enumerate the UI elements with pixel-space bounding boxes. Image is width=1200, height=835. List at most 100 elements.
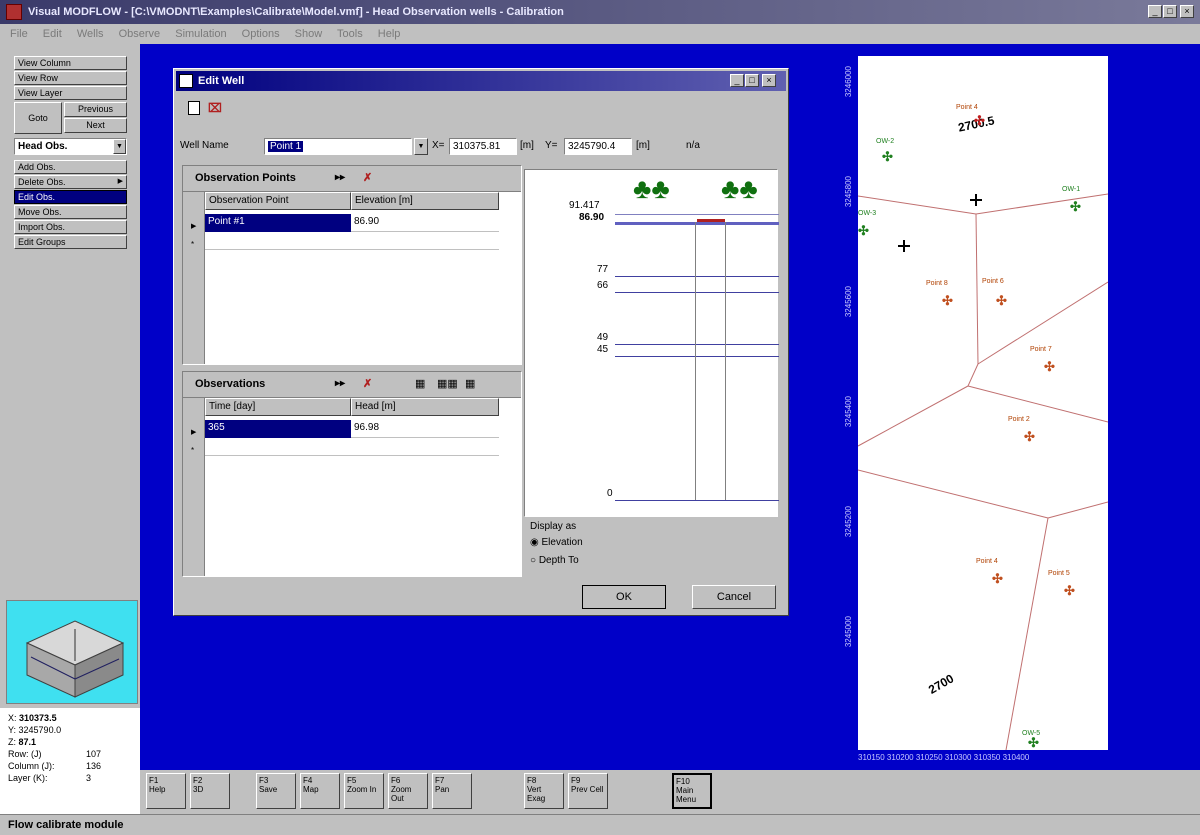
new-observation-row[interactable]: [205, 438, 499, 456]
obs-type-select[interactable]: Head Obs. ▼: [14, 138, 127, 155]
delete-well-icon[interactable]: ⌧: [208, 101, 222, 115]
obs-time-cell[interactable]: 365: [205, 420, 351, 438]
obs-head-cell[interactable]: 96.98: [351, 420, 499, 438]
well-marker-icon[interactable]: ✣: [1024, 430, 1035, 443]
col-header-obs-point[interactable]: Observation Point: [205, 192, 351, 210]
zoom-out-button[interactable]: F6 Zoom Out: [388, 773, 428, 809]
row-indicator-column: ▶ *: [183, 192, 205, 364]
add-observation-icon[interactable]: ▸▸: [335, 378, 345, 389]
menu-show[interactable]: Show: [295, 28, 323, 40]
well-marker-icon[interactable]: ✣: [1044, 360, 1055, 373]
move-obs-button[interactable]: Move Obs.: [14, 205, 127, 219]
observations-header: Observations ▸▸ ✗ ▦ ▦▦ ▦: [183, 372, 521, 398]
dialog-maximize-button[interactable]: □: [745, 74, 759, 87]
add-obs-button[interactable]: Add Obs.: [14, 160, 127, 174]
well-marker-icon[interactable]: ✣: [882, 150, 893, 163]
display-as-label: Display as: [530, 521, 577, 532]
goto-button[interactable]: Goto: [14, 102, 62, 134]
depth-to-radio[interactable]: ○ Depth To: [530, 555, 579, 566]
model-cube-navigator[interactable]: [6, 600, 138, 704]
menu-options[interactable]: Options: [242, 28, 280, 40]
add-obs-point-icon[interactable]: ▸▸: [335, 172, 345, 183]
x-label: X=: [432, 140, 445, 151]
main-menu-button[interactable]: F10 Main Menu: [672, 773, 712, 809]
obs-point-elevation-cell[interactable]: 86.90: [351, 214, 499, 232]
cube-icon: [25, 620, 125, 698]
well-marker-icon[interactable]: ✣: [974, 114, 985, 127]
col-header-elevation[interactable]: Elevation [m]: [351, 192, 499, 210]
delete-obs-label: Delete Obs.: [18, 177, 66, 187]
3d-button[interactable]: F2 3D: [190, 773, 230, 809]
view-row-button[interactable]: View Row: [14, 71, 127, 85]
horizontal-ruler: 310150 310200 310250 310300 310350 31040…: [858, 753, 1030, 762]
app-icon[interactable]: [6, 4, 22, 20]
save-button[interactable]: F3 Save: [256, 773, 296, 809]
chevron-down-icon[interactable]: ▼: [414, 138, 428, 155]
edit-obs-button[interactable]: Edit Obs.: [14, 190, 127, 204]
well-name-select[interactable]: Point 1: [264, 138, 412, 155]
elevation-radio[interactable]: ◉ Elevation: [530, 537, 583, 548]
cancel-button[interactable]: Cancel: [692, 585, 776, 609]
next-button[interactable]: Next: [64, 118, 127, 133]
observations-title: Observations: [195, 378, 266, 390]
dialog-minimize-button[interactable]: _: [730, 74, 744, 87]
ok-button[interactable]: OK: [582, 585, 666, 609]
vert-exag-button[interactable]: F8 Vert Exag: [524, 773, 564, 809]
menu-wells[interactable]: Wells: [77, 28, 104, 40]
map-canvas[interactable]: Point 4 2700.5 ✣ OW-2 ✣ OW-1 ✣ OW-3 ✣ Po…: [858, 56, 1108, 750]
prev-cell-button[interactable]: F9 Prev Cell: [568, 773, 608, 809]
import-obs-button[interactable]: Import Obs.: [14, 220, 127, 234]
col-header-head[interactable]: Head [m]: [351, 398, 499, 416]
profile-label: 66: [597, 280, 609, 291]
coord-z: Z: 87.1: [8, 737, 37, 747]
menu-help[interactable]: Help: [378, 28, 401, 40]
edit-groups-button[interactable]: Edit Groups: [14, 235, 127, 249]
well-label: OW-1: [1062, 186, 1081, 193]
well-marker-icon[interactable]: ✣: [942, 294, 953, 307]
new-obs-point-row[interactable]: [205, 232, 499, 250]
submenu-arrow-icon: ▶: [117, 178, 123, 185]
x-coordinate-input[interactable]: 310375.81: [449, 138, 517, 155]
obs-point-name-cell[interactable]: Point #1: [205, 214, 351, 232]
view-column-button[interactable]: View Column: [14, 56, 127, 70]
radio-unchecked-icon: ○: [530, 555, 537, 566]
dialog-close-button[interactable]: ×: [762, 74, 776, 87]
maximize-button[interactable]: □: [1163, 5, 1177, 18]
obs-point-line: [615, 222, 779, 225]
copy-icon[interactable]: ▦▦: [437, 377, 458, 390]
minimize-button[interactable]: _: [1148, 5, 1162, 18]
view-layer-button[interactable]: View Layer: [14, 86, 127, 100]
menu-edit[interactable]: Edit: [43, 28, 62, 40]
menu-observe[interactable]: Observe: [119, 28, 161, 40]
delete-obs-button[interactable]: Delete Obs. ▶: [14, 175, 127, 189]
well-marker-icon[interactable]: ✣: [1064, 584, 1075, 597]
well-marker-icon[interactable]: ✣: [1028, 736, 1039, 749]
well-marker-icon[interactable]: ✣: [996, 294, 1007, 307]
well-marker-icon[interactable]: ✣: [858, 224, 869, 237]
y-coordinate-input[interactable]: 3245790.4: [564, 138, 632, 155]
menu-simulation[interactable]: Simulation: [175, 28, 226, 40]
profile-label: 0: [607, 488, 613, 499]
paste-icon[interactable]: ▦: [465, 377, 475, 390]
well-marker-icon[interactable]: ✣: [1070, 200, 1081, 213]
pan-button[interactable]: F7 Pan: [432, 773, 472, 809]
zoom-in-button[interactable]: F5 Zoom In: [344, 773, 384, 809]
edit-well-dialog: Edit Well _ □ × ⌧ Well Name Point 1 ▼ X=…: [173, 68, 789, 616]
close-button[interactable]: ×: [1180, 5, 1194, 18]
well-marker-icon[interactable]: ✣: [992, 572, 1003, 585]
new-document-icon[interactable]: [188, 101, 200, 115]
row-indicator-column: ▶ *: [183, 398, 205, 576]
map-button[interactable]: F4 Map: [300, 773, 340, 809]
previous-button[interactable]: Previous: [64, 102, 127, 117]
delete-observation-icon[interactable]: ✗: [363, 377, 372, 390]
menu-bar: File Edit Wells Observe Simulation Optio…: [0, 24, 1200, 44]
menu-tools[interactable]: Tools: [337, 28, 363, 40]
well-label: OW-3: [858, 210, 877, 217]
well-label: Point 5: [1048, 570, 1070, 577]
help-button[interactable]: F1 Help: [146, 773, 186, 809]
chevron-down-icon[interactable]: ▼: [113, 139, 126, 154]
col-header-time[interactable]: Time [day]: [205, 398, 351, 416]
delete-obs-point-icon[interactable]: ✗: [363, 171, 372, 184]
menu-file[interactable]: File: [10, 28, 28, 40]
import-icon[interactable]: ▦: [415, 377, 425, 390]
